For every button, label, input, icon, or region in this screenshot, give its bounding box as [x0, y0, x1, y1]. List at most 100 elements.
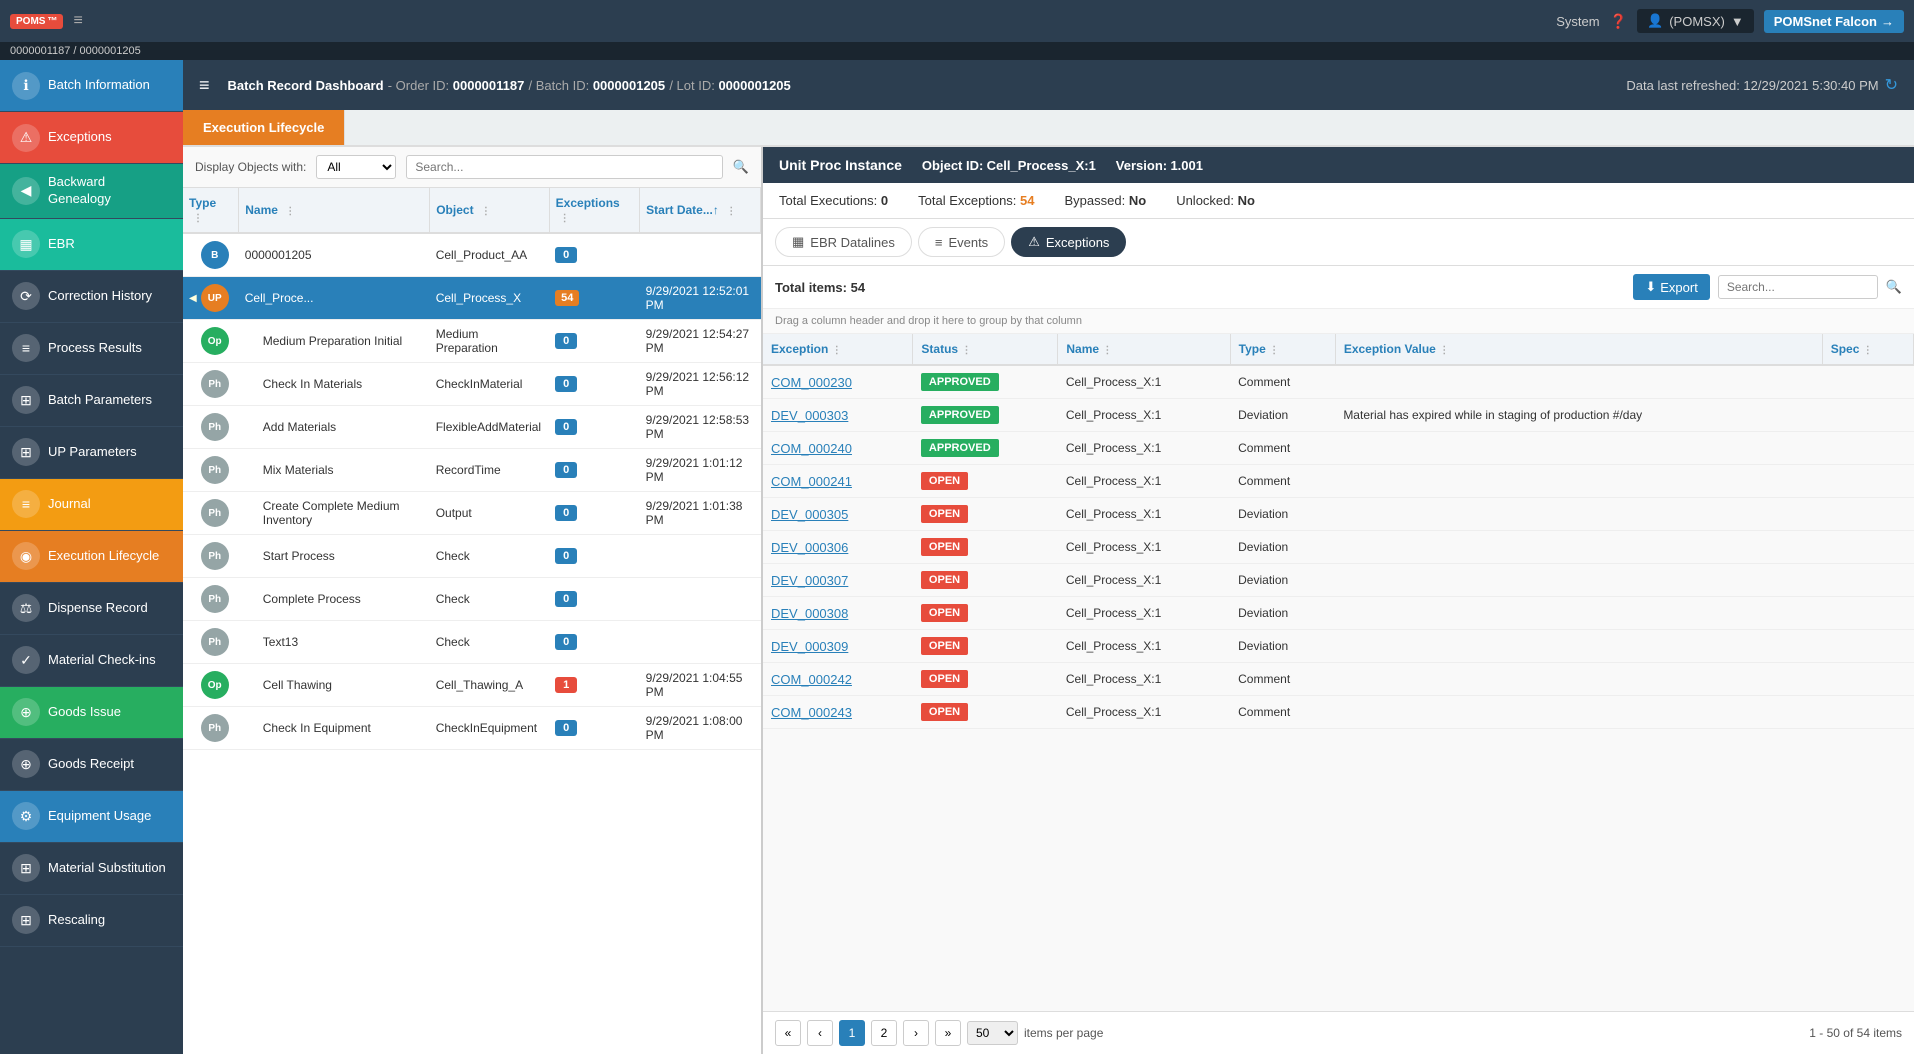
exec-table-row[interactable]: ◀ Ph Create Complete Medium Inventory Ou…: [183, 492, 761, 535]
per-page-select[interactable]: 50 100 200: [967, 1021, 1018, 1045]
exec-startdate-cell: 9/29/2021 1:01:38 PM: [640, 492, 761, 535]
tab-execution-lifecycle[interactable]: Execution Lifecycle: [183, 110, 345, 145]
sub-tab-events[interactable]: ≡ Events: [918, 227, 1005, 257]
exec-table-row[interactable]: ◀ Ph Check In Equipment CheckInEquipment…: [183, 707, 761, 750]
display-select[interactable]: All: [316, 155, 396, 179]
exc-search-icon[interactable]: 🔍: [1886, 279, 1902, 295]
col-startdate[interactable]: Start Date...↑ ⋮: [640, 188, 761, 233]
sidebar-item-process-results[interactable]: ≡ Process Results: [0, 323, 183, 375]
exec-name-cell: Start Process: [239, 535, 430, 578]
exception-row[interactable]: DEV_000308 OPEN Cell_Process_X:1 Deviati…: [763, 597, 1914, 630]
page-first[interactable]: «: [775, 1020, 801, 1046]
exec-table-scroll[interactable]: Type ⋮ Name ⋮ Object ⋮ Exceptions ⋮ Star…: [183, 188, 761, 1054]
sidebar: ℹ Batch Information ⚠ Exceptions ◀ Backw…: [0, 60, 183, 1054]
exc-value-cell: [1335, 597, 1822, 630]
col-name[interactable]: Name ⋮: [239, 188, 430, 233]
exc-col-exception[interactable]: Exception ⋮: [763, 334, 913, 365]
page-1[interactable]: 1: [839, 1020, 865, 1046]
sidebar-item-material-substitution[interactable]: ⊞ Material Substitution: [0, 843, 183, 895]
exc-link[interactable]: COM_000241: [771, 474, 852, 489]
exec-startdate-cell: [640, 621, 761, 664]
exc-link[interactable]: COM_000240: [771, 441, 852, 456]
page-next[interactable]: ›: [903, 1020, 929, 1046]
export-button[interactable]: ⬇ Export: [1633, 274, 1709, 300]
col-object[interactable]: Object ⋮: [430, 188, 549, 233]
page-2[interactable]: 2: [871, 1020, 897, 1046]
sidebar-item-goods-receipt[interactable]: ⊕ Goods Receipt: [0, 739, 183, 791]
exc-link[interactable]: DEV_000305: [771, 507, 848, 522]
page-last[interactable]: »: [935, 1020, 961, 1046]
content-menu-icon[interactable]: ≡: [199, 75, 210, 96]
drag-hint: Drag a column header and drop it here to…: [763, 309, 1914, 334]
exc-value-cell: [1335, 630, 1822, 663]
exec-search-input[interactable]: [406, 155, 722, 179]
page-prev[interactable]: ‹: [807, 1020, 833, 1046]
exc-link[interactable]: DEV_000309: [771, 639, 848, 654]
exc-col-spec[interactable]: Spec ⋮: [1822, 334, 1913, 365]
sidebar-item-execution-lifecycle[interactable]: ◉ Execution Lifecycle: [0, 531, 183, 583]
exception-row[interactable]: DEV_000303 APPROVED Cell_Process_X:1 Dev…: [763, 399, 1914, 432]
exc-col-value[interactable]: Exception Value ⋮: [1335, 334, 1822, 365]
exec-table-row[interactable]: ◀ Ph Start Process Check 0: [183, 535, 761, 578]
user-section[interactable]: 👤 (POMSX) ▼: [1637, 9, 1754, 33]
exc-link[interactable]: COM_000230: [771, 375, 852, 390]
exc-link[interactable]: DEV_000303: [771, 408, 848, 423]
sidebar-item-batch-parameters[interactable]: ⊞ Batch Parameters: [0, 375, 183, 427]
exc-link[interactable]: DEV_000306: [771, 540, 848, 555]
sub-tab-ebr-datalines[interactable]: ▦ EBR Datalines: [775, 227, 912, 257]
sidebar-item-material-checkins-label: Material Check-ins: [48, 652, 156, 669]
sidebar-item-goods-issue[interactable]: ⊕ Goods Issue: [0, 687, 183, 739]
sidebar-item-material-checkins[interactable]: ✓ Material Check-ins: [0, 635, 183, 687]
exec-table-row[interactable]: ◀ Ph Text13 Check 0: [183, 621, 761, 664]
exception-row[interactable]: COM_000240 APPROVED Cell_Process_X:1 Com…: [763, 432, 1914, 465]
right-panel-header: Unit Proc Instance Object ID: Cell_Proce…: [763, 147, 1914, 183]
exc-table-wrap[interactable]: Exception ⋮ Status ⋮ Name ⋮ Type ⋮ Excep…: [763, 334, 1914, 1011]
exec-table-row[interactable]: ◀ Op Cell Thawing Cell_Thawing_A 1 9/29/…: [183, 664, 761, 707]
sidebar-item-backward-genealogy[interactable]: ◀ Backward Genealogy: [0, 164, 183, 219]
exc-col-status[interactable]: Status ⋮: [913, 334, 1058, 365]
sidebar-item-equipment-usage[interactable]: ⚙ Equipment Usage: [0, 791, 183, 843]
exc-link[interactable]: COM_000242: [771, 672, 852, 687]
exc-col-type[interactable]: Type ⋮: [1230, 334, 1335, 365]
sidebar-item-ebr[interactable]: ▦ EBR: [0, 219, 183, 271]
sidebar-item-correction-history[interactable]: ⟳ Correction History: [0, 271, 183, 323]
exc-link[interactable]: DEV_000308: [771, 606, 848, 621]
help-icon[interactable]: ❓: [1610, 13, 1627, 30]
exception-row[interactable]: DEV_000306 OPEN Cell_Process_X:1 Deviati…: [763, 531, 1914, 564]
exec-table-row[interactable]: ◀ Ph Complete Process Check 0: [183, 578, 761, 621]
exec-type-cell: ◀ Ph: [183, 449, 239, 492]
exec-table-row[interactable]: ◀ Ph Check In Materials CheckInMaterial …: [183, 363, 761, 406]
exec-type-cell: ◀ Op: [183, 320, 239, 363]
sidebar-item-dispense-record[interactable]: ⚖ Dispense Record: [0, 583, 183, 635]
sidebar-item-journal[interactable]: ≡ Journal: [0, 479, 183, 531]
exception-row[interactable]: DEV_000309 OPEN Cell_Process_X:1 Deviati…: [763, 630, 1914, 663]
pomsnet-button[interactable]: POMSnet Falcon →: [1764, 10, 1904, 33]
sidebar-item-up-parameters[interactable]: ⊞ UP Parameters: [0, 427, 183, 479]
col-exceptions[interactable]: Exceptions ⋮: [549, 188, 639, 233]
exception-row[interactable]: COM_000243 OPEN Cell_Process_X:1 Comment: [763, 696, 1914, 729]
exc-search-input[interactable]: [1718, 275, 1878, 299]
exception-row[interactable]: COM_000241 OPEN Cell_Process_X:1 Comment: [763, 465, 1914, 498]
exec-table-row[interactable]: ◀ B 0000001205 Cell_Product_AA 0: [183, 233, 761, 277]
sub-tab-exceptions[interactable]: ⚠ Exceptions: [1011, 227, 1126, 257]
exc-col-name[interactable]: Name ⋮: [1058, 334, 1230, 365]
type-badge: Ph: [201, 542, 229, 570]
exec-search-icon[interactable]: 🔍: [733, 159, 749, 175]
exception-row[interactable]: COM_000242 OPEN Cell_Process_X:1 Comment: [763, 663, 1914, 696]
exc-status-cell: APPROVED: [913, 399, 1058, 432]
sidebar-item-batch-info[interactable]: ℹ Batch Information: [0, 60, 183, 112]
hamburger-icon[interactable]: ≡: [73, 12, 82, 30]
refresh-label: Data last refreshed: 12/29/2021 5:30:40 …: [1626, 78, 1878, 93]
exec-table-row[interactable]: ◀ Op Medium Preparation Initial Medium P…: [183, 320, 761, 363]
exc-link[interactable]: DEV_000307: [771, 573, 848, 588]
exc-link[interactable]: COM_000243: [771, 705, 852, 720]
exception-row[interactable]: DEV_000305 OPEN Cell_Process_X:1 Deviati…: [763, 498, 1914, 531]
exec-table-row[interactable]: ◀ Ph Mix Materials RecordTime 0 9/29/202…: [183, 449, 761, 492]
exec-table-row[interactable]: ◀ Ph Add Materials FlexibleAddMaterial 0…: [183, 406, 761, 449]
exec-table-row[interactable]: ◀ UP Cell_Proce... Cell_Process_X 54 9/2…: [183, 277, 761, 320]
exception-row[interactable]: COM_000230 APPROVED Cell_Process_X:1 Com…: [763, 365, 1914, 399]
refresh-button[interactable]: ↻: [1885, 75, 1898, 95]
sidebar-item-exceptions[interactable]: ⚠ Exceptions: [0, 112, 183, 164]
exception-row[interactable]: DEV_000307 OPEN Cell_Process_X:1 Deviati…: [763, 564, 1914, 597]
sidebar-item-rescaling[interactable]: ⊞ Rescaling: [0, 895, 183, 947]
